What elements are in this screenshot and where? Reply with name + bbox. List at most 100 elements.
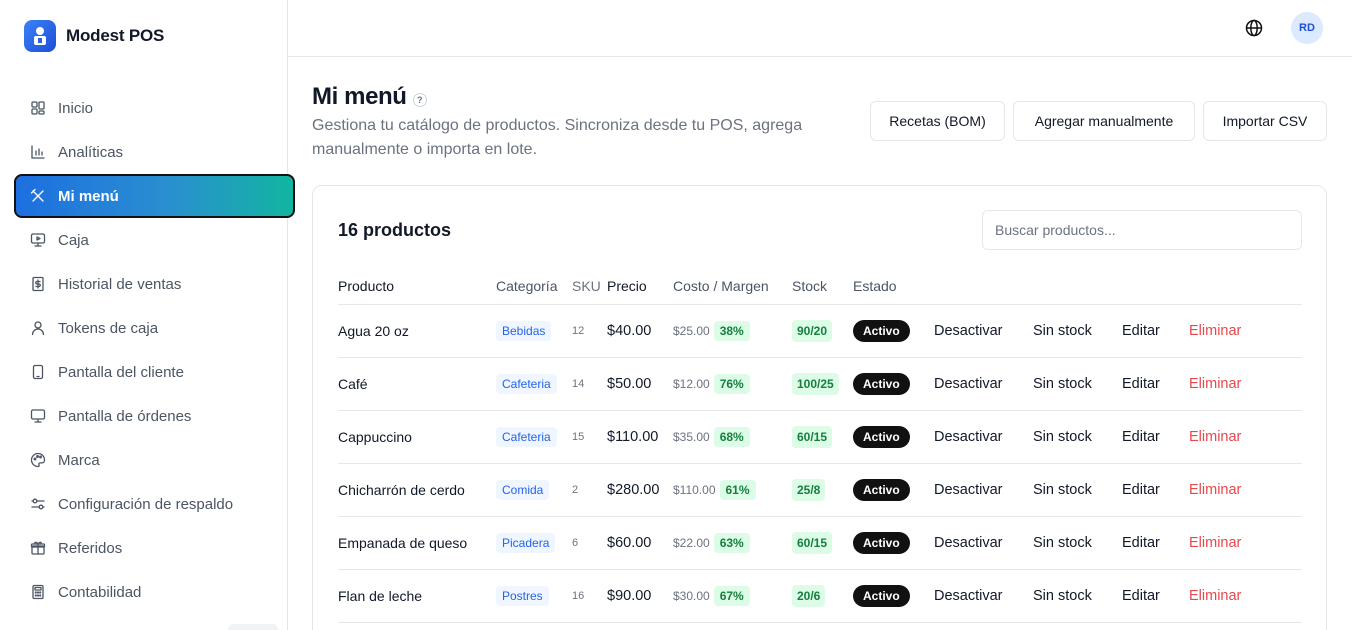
product-name: Empanada de queso xyxy=(338,516,496,570)
column-header-sku: SKU xyxy=(572,268,607,305)
sidebar-item-label: Contabilidad xyxy=(58,583,142,601)
edit-button[interactable]: Editar xyxy=(1122,535,1160,551)
product-sku: 2 xyxy=(572,463,607,517)
out-of-stock-button[interactable]: Sin stock xyxy=(1033,535,1092,551)
status-badge: Activo xyxy=(853,319,910,342)
search-input[interactable] xyxy=(982,210,1302,250)
app-logo-icon xyxy=(24,20,56,52)
status-badge: Activo xyxy=(853,478,910,501)
product-sku: 6 xyxy=(572,516,607,570)
gift-icon xyxy=(30,541,46,555)
sidebar-item-label: Pantalla de órdenes xyxy=(58,407,192,425)
deactivate-button[interactable]: Desactivar xyxy=(934,429,1003,445)
status-badge: Activo xyxy=(853,372,910,395)
edit-button[interactable]: Editar xyxy=(1122,323,1160,339)
category-badge: Cafeteria xyxy=(496,426,557,447)
deactivate-button[interactable]: Desactivar xyxy=(934,323,1003,339)
sidebar-item-label: Pantalla del cliente xyxy=(58,363,184,381)
delete-button[interactable]: Eliminar xyxy=(1189,588,1241,604)
stock-badge: 20/6 xyxy=(792,584,826,607)
column-header-product: Producto xyxy=(338,268,496,305)
deactivate-button[interactable]: Desactivar xyxy=(934,376,1003,392)
delete-button[interactable]: Eliminar xyxy=(1189,535,1241,551)
out-of-stock-button[interactable]: Sin stock xyxy=(1033,588,1092,604)
edit-button[interactable]: Editar xyxy=(1122,376,1160,392)
import-csv-button[interactable]: Importar CSV xyxy=(1203,101,1327,141)
deactivate-button[interactable]: Desactivar xyxy=(934,588,1003,604)
edit-button[interactable]: Editar xyxy=(1122,429,1160,445)
sidebar-item-label: Referidos xyxy=(58,539,123,557)
palette-icon xyxy=(30,452,46,468)
sidebar-item-referidos[interactable]: Referidos xyxy=(14,526,295,570)
recipes-button[interactable]: Recetas (BOM) xyxy=(870,101,1005,141)
product-name: Cappuccino xyxy=(338,410,496,464)
margin-badge: 63% xyxy=(713,532,750,553)
deactivate-button[interactable]: Desactivar xyxy=(934,482,1003,498)
monitor-icon xyxy=(30,409,46,423)
category-badge: Postres xyxy=(496,585,549,606)
globe-icon[interactable] xyxy=(1244,18,1264,38)
product-name: Flan de leche xyxy=(338,569,496,623)
sidebar-item-tokens-de-caja[interactable]: Tokens de caja xyxy=(14,306,295,350)
edit-button[interactable]: Editar xyxy=(1122,482,1160,498)
status-badge: Activo xyxy=(853,425,910,448)
delete-button[interactable]: Eliminar xyxy=(1189,482,1241,498)
status-badge: Activo xyxy=(853,584,910,607)
sidebar-item-historial-de-ventas[interactable]: Historial de ventas xyxy=(14,262,295,306)
delete-button[interactable]: Eliminar xyxy=(1189,376,1241,392)
delete-button[interactable]: Eliminar xyxy=(1189,323,1241,339)
out-of-stock-button[interactable]: Sin stock xyxy=(1033,482,1092,498)
product-name: Chicharrón de cerdo xyxy=(338,463,496,517)
deactivate-button[interactable]: Desactivar xyxy=(934,535,1003,551)
add-manual-button[interactable]: Agregar manualmente xyxy=(1013,101,1195,141)
column-header-price: Precio xyxy=(607,268,673,305)
avatar[interactable]: RD xyxy=(1291,12,1323,44)
page-description: Gestiona tu catálogo de productos. Sincr… xyxy=(312,117,803,158)
product-cost: $30.00 xyxy=(673,588,710,603)
page-title-text: Mi menú xyxy=(312,83,407,110)
stock-badge: 100/25 xyxy=(792,372,839,395)
out-of-stock-button[interactable]: Sin stock xyxy=(1033,376,1092,392)
product-price: $40.00 xyxy=(607,304,673,358)
tablet-icon xyxy=(32,364,44,380)
column-header-cost-margin: Costo / Margen xyxy=(673,268,792,305)
out-of-stock-button[interactable]: Sin stock xyxy=(1033,429,1092,445)
sidebar-item-marca[interactable]: Marca xyxy=(14,438,295,482)
product-cost: $35.00 xyxy=(673,429,710,444)
stock-badge: 90/20 xyxy=(792,319,833,342)
product-cost: $12.00 xyxy=(673,376,710,391)
margin-badge: 76% xyxy=(713,373,750,394)
brand[interactable]: Modest POS xyxy=(24,20,164,52)
product-cost: $25.00 xyxy=(673,323,710,338)
margin-badge: 38% xyxy=(713,320,750,341)
sidebar-item-configuracion-de-respaldo[interactable]: Configuración de respaldo xyxy=(14,482,295,526)
out-of-stock-button[interactable]: Sin stock xyxy=(1033,323,1092,339)
calculator-icon xyxy=(32,584,44,600)
edit-button[interactable]: Editar xyxy=(1122,588,1160,604)
sidebar-item-pantalla-de-ordenes[interactable]: Pantalla de órdenes xyxy=(14,394,295,438)
product-sku: 12 xyxy=(572,304,607,358)
sidebar-item-mi-menu[interactable]: Mi menú xyxy=(14,174,295,218)
status-badge: Activo xyxy=(853,531,910,554)
sidebar-item-pantalla-del-cliente[interactable]: Pantalla del cliente xyxy=(14,350,295,394)
column-header-empty xyxy=(1033,268,1122,305)
top-bar: RD xyxy=(288,0,1352,57)
sidebar-scroll-handle[interactable] xyxy=(228,624,278,630)
sidebar-item-label: Mi menú xyxy=(58,187,119,205)
category-badge: Picadera xyxy=(496,532,556,553)
product-name: Café xyxy=(338,357,496,411)
margin-badge: 68% xyxy=(713,426,750,447)
sidebar-item-contabilidad[interactable]: Contabilidad xyxy=(14,570,295,614)
sidebar-item-inicio[interactable]: Inicio xyxy=(14,86,295,130)
sidebar-item-label: Configuración de respaldo xyxy=(58,495,234,513)
products-count: 16 productos xyxy=(338,220,452,240)
sidebar-item-caja[interactable]: Caja xyxy=(14,218,295,262)
sidebar-item-label: Historial de ventas xyxy=(58,275,182,293)
sidebar-item-label: Tokens de caja xyxy=(58,319,159,337)
grid-icon xyxy=(31,101,45,115)
utensils-icon xyxy=(30,188,44,202)
category-badge: Cafeteria xyxy=(496,373,557,394)
help-icon[interactable]: ? xyxy=(412,93,427,107)
sidebar-item-analiticas[interactable]: Analíticas xyxy=(14,130,295,174)
delete-button[interactable]: Eliminar xyxy=(1189,429,1241,445)
